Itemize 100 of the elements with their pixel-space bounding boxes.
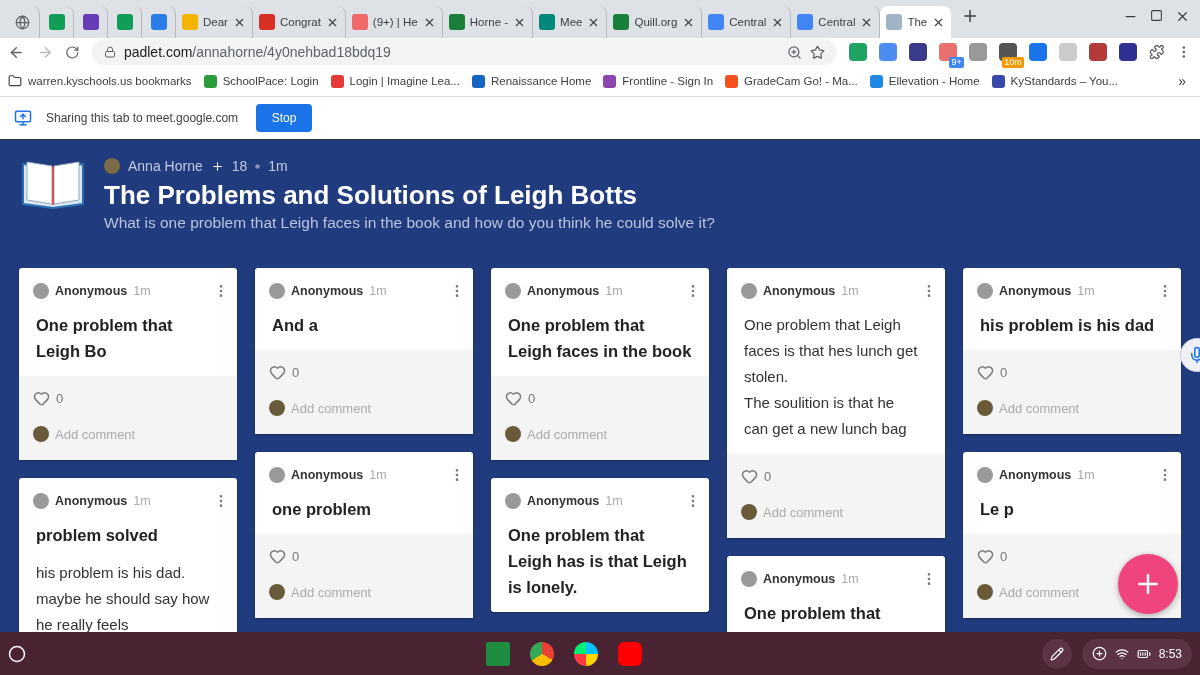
app-icon xyxy=(351,14,368,30)
site-icon xyxy=(203,74,217,88)
bookmark-link[interactable]: Ellevation - Home xyxy=(869,74,980,88)
post-time: 1m xyxy=(369,468,387,482)
post-author: Anonymous xyxy=(55,284,128,298)
post-title: One problem that Leigh faces in the book xyxy=(507,315,693,362)
address-bar[interactable]: padlet.com/annahorne/4y0nehbad18bdq19 xyxy=(91,39,837,65)
like-count: 0 xyxy=(56,390,64,406)
heart-icon[interactable] xyxy=(33,389,50,407)
heart-icon[interactable] xyxy=(505,389,522,407)
extension-icon[interactable] xyxy=(1088,43,1107,61)
post-time: 1m xyxy=(841,284,859,298)
post-time: 1m xyxy=(1077,468,1095,482)
bookmark-link[interactable]: SchoolPace: Login xyxy=(203,74,319,88)
avatar-icon xyxy=(269,584,285,600)
post-title: One problem that Leigh Bo xyxy=(35,315,174,362)
launcher-icon[interactable] xyxy=(8,644,26,663)
post-time: 1m xyxy=(133,494,151,508)
post-title: his problem is his dad xyxy=(979,315,1156,336)
app-icon xyxy=(48,14,65,30)
heart-icon[interactable] xyxy=(269,547,286,565)
app-icon xyxy=(182,14,198,30)
avatar-icon xyxy=(104,158,120,174)
site-icon xyxy=(603,74,617,88)
bookmark-link[interactable]: GradeCam Go! - Ma... xyxy=(725,74,858,88)
extension-icon[interactable] xyxy=(1118,43,1137,61)
plus-icon xyxy=(1091,646,1107,661)
avatar-icon xyxy=(33,426,49,442)
post-title: Le p xyxy=(979,499,1015,520)
avatar-icon xyxy=(977,283,993,299)
star-icon[interactable] xyxy=(809,44,825,60)
post-time: 1m xyxy=(605,494,623,508)
avatar-icon xyxy=(741,504,757,520)
avatar-icon xyxy=(269,467,285,483)
plus-icon xyxy=(210,159,224,173)
extension-badge: 9+ xyxy=(949,57,964,68)
bookmark-link[interactable]: Login | Imagine Lea... xyxy=(330,74,460,88)
post-author: Anonymous xyxy=(55,494,128,508)
site-icon xyxy=(869,74,883,88)
post-author: Anonymous xyxy=(999,468,1072,482)
extension-icon[interactable] xyxy=(908,43,927,61)
app-icon xyxy=(258,14,275,30)
avatar-icon xyxy=(505,493,521,509)
heart-icon[interactable] xyxy=(977,547,994,565)
status-tray[interactable]: 8:53 xyxy=(1081,638,1192,669)
app-icon xyxy=(116,14,133,30)
zoom-icon[interactable] xyxy=(786,44,802,60)
post-title: problem solved xyxy=(35,525,159,546)
pen-icon xyxy=(1049,646,1064,661)
browser-tab[interactable]: The xyxy=(880,6,952,38)
stop-button[interactable]: Stop xyxy=(256,104,313,132)
avatar-icon xyxy=(977,400,993,416)
post-author: Anonymous xyxy=(527,494,600,508)
bookmark-link[interactable]: warren.kyschools.us bookmarks xyxy=(8,74,192,88)
extensions-icon[interactable] xyxy=(1148,44,1165,60)
padlet-description: What is one problem that Leigh faces in the book and how do you think he could solve it? xyxy=(104,214,715,232)
app-icon[interactable] xyxy=(529,641,554,666)
sharing-message: Sharing this tab to meet.google.com xyxy=(46,111,239,125)
avatar-icon xyxy=(33,493,49,509)
screen-share-icon xyxy=(14,109,32,127)
like-count: 0 xyxy=(292,364,300,380)
extension-icon[interactable] xyxy=(1028,43,1047,61)
pen-button[interactable] xyxy=(1041,638,1072,669)
extension-badge: 10m xyxy=(1002,57,1024,68)
avatar-icon xyxy=(505,426,521,442)
reload-icon[interactable] xyxy=(65,44,80,60)
app-icon xyxy=(539,14,556,30)
post-time: 1m xyxy=(1077,284,1095,298)
post-time: 1m xyxy=(605,284,623,298)
avatar-icon xyxy=(269,400,285,416)
heart-icon[interactable] xyxy=(741,467,758,485)
author-name: Anna Horne xyxy=(128,158,203,174)
post-age: 1m xyxy=(268,158,288,174)
post-author: Anonymous xyxy=(291,284,364,298)
app-icon xyxy=(613,14,630,30)
more-bookmarks-button[interactable]: » xyxy=(1178,73,1192,89)
site-icon xyxy=(330,74,344,88)
dot-icon xyxy=(255,163,261,169)
padlet-title: The Problems and Solutions of Leigh Botts xyxy=(104,180,638,211)
like-count: 0 xyxy=(1000,364,1008,380)
site-icon xyxy=(991,74,1005,88)
heart-icon[interactable] xyxy=(977,363,994,381)
maximize-icon[interactable] xyxy=(1150,8,1163,22)
bookmark-link[interactable]: KyStandards – You... xyxy=(991,74,1118,88)
post-body: One problem that Leigh faces is that hes lunch get stolen. The soulition is that he can get a new lunch bag xyxy=(743,315,919,439)
site-icon xyxy=(471,74,485,88)
post-author: Anonymous xyxy=(527,284,600,298)
bookmark-link[interactable]: Frontline - Sign In xyxy=(603,74,714,88)
post-title: One problem that Leigh has is that Leigh is lonely. xyxy=(507,525,688,598)
clock-time: 8:53 xyxy=(1158,646,1182,661)
avatar-icon xyxy=(741,283,757,299)
post-author: Anonymous xyxy=(291,468,364,482)
bookmark-link[interactable]: Renaissance Home xyxy=(471,74,592,88)
globe-icon xyxy=(15,14,30,30)
heart-icon[interactable] xyxy=(269,363,286,381)
like-count: 0 xyxy=(528,390,536,406)
folder-icon xyxy=(8,74,22,88)
like-count: 0 xyxy=(764,468,772,484)
post-author: Anonymous xyxy=(999,284,1072,298)
app-icon[interactable] xyxy=(573,641,598,666)
